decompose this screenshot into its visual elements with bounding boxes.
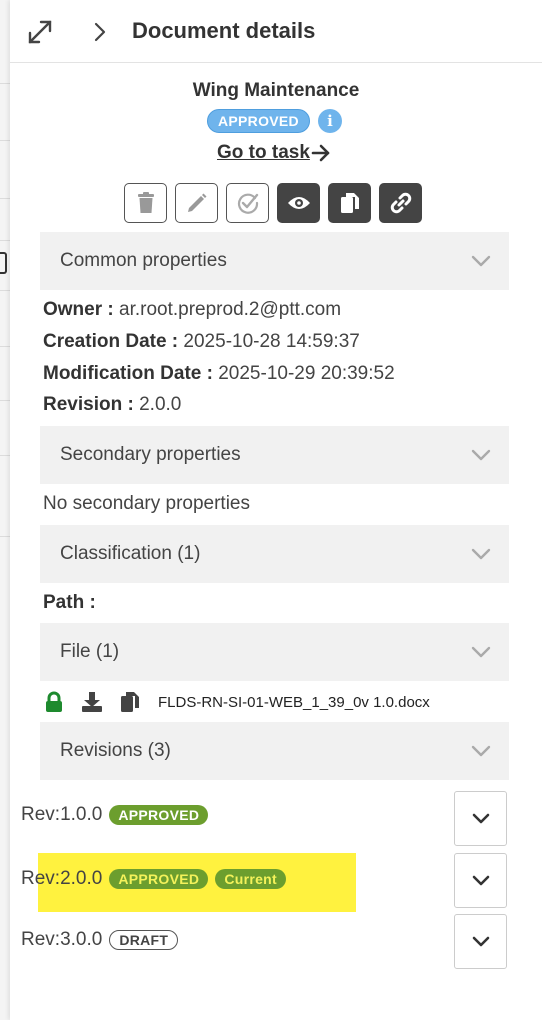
revision-label: Rev:1.0.0 (21, 804, 103, 825)
lock-icon[interactable] (42, 690, 66, 714)
chevron-down-icon (472, 813, 489, 823)
check-circle-icon (237, 193, 258, 214)
modification-date-label: Modification Date : (43, 363, 213, 384)
revision-label: Rev:3.0.0 (21, 929, 103, 950)
copy-icon[interactable] (118, 690, 142, 714)
sign-button[interactable] (226, 183, 269, 223)
status-badge: APPROVED (109, 869, 209, 889)
background-page-strip (0, 0, 10, 1020)
modification-date-value: 2025-10-29 20:39:52 (218, 363, 395, 384)
panel-header: Document details (10, 0, 542, 63)
owner-label: Owner : (43, 299, 114, 320)
section-classification[interactable]: Classification (1) (40, 525, 509, 583)
chevron-down-icon (471, 646, 491, 658)
calendar-icon-fragment (0, 252, 7, 274)
owner-value: ar.root.preprod.2@ptt.com (119, 299, 342, 320)
link-button[interactable] (379, 183, 422, 223)
arrow-right-icon (311, 144, 330, 162)
go-to-task-label: Go to task (217, 142, 310, 163)
eye-icon (287, 197, 310, 209)
section-label: Secondary properties (60, 444, 241, 465)
no-secondary-properties-text: No secondary properties (43, 493, 250, 514)
section-secondary-properties[interactable]: Secondary properties (40, 426, 509, 484)
file-name[interactable]: FLDS-RN-SI-01-WEB_1_39_0v 1.0.docx (158, 694, 430, 711)
document-name: Wing Maintenance (192, 80, 360, 101)
chevron-down-icon (471, 255, 491, 267)
current-badge: Current (215, 869, 286, 889)
creation-date-value: 2025-10-28 14:59:37 (183, 331, 360, 352)
owner-property: Owner : ar.root.preprod.2@ptt.com (43, 299, 341, 321)
revision-item-1: Rev:1.0.0 APPROVED (21, 804, 209, 826)
section-label: Revisions (3) (60, 740, 171, 761)
section-label: Common properties (60, 250, 227, 271)
edit-button[interactable] (175, 183, 218, 223)
delete-button[interactable] (124, 183, 167, 223)
document-toolbar (124, 183, 422, 223)
section-revisions[interactable]: Revisions (3) (40, 722, 509, 780)
download-icon[interactable] (80, 690, 104, 714)
file-row: FLDS-RN-SI-01-WEB_1_39_0v 1.0.docx (42, 688, 430, 716)
revision-3-expand-button[interactable] (454, 914, 507, 969)
revision-2-expand-button[interactable] (454, 853, 507, 908)
chevron-down-icon (472, 936, 489, 946)
document-status-row: APPROVED i (207, 109, 342, 133)
revision-label: Revision : (43, 394, 134, 415)
status-badge: APPROVED (109, 805, 209, 825)
creation-date-property: Creation Date : 2025-10-28 14:59:37 (43, 331, 360, 353)
revision-item-2: Rev:2.0.0 APPROVED Current (21, 868, 286, 890)
section-label: File (1) (60, 641, 120, 662)
revision-value: 2.0.0 (139, 394, 182, 415)
panel-title: Document details (132, 18, 316, 43)
revision-property: Revision : 2.0.0 (43, 394, 181, 416)
go-to-task-link[interactable]: Go to task (217, 142, 331, 164)
path-property: Path : (43, 592, 96, 614)
copy-button[interactable] (328, 183, 371, 223)
chevron-right-icon[interactable] (92, 21, 108, 43)
preview-button[interactable] (277, 183, 320, 223)
revision-item-3: Rev:3.0.0 DRAFT (21, 929, 179, 951)
expand-arrows-icon[interactable] (26, 18, 54, 46)
info-icon[interactable]: i (317, 109, 342, 133)
revision-label: Rev:2.0.0 (21, 868, 103, 889)
section-label: Classification (1) (60, 543, 201, 564)
trash-icon (137, 192, 154, 213)
status-badge: DRAFT (109, 930, 179, 950)
link-icon (390, 192, 411, 214)
chevron-down-icon (471, 745, 491, 757)
status-badge: APPROVED (207, 109, 310, 133)
modification-date-property: Modification Date : 2025-10-29 20:39:52 (43, 363, 395, 385)
chevron-down-icon (471, 548, 491, 560)
pencil-icon (187, 193, 206, 212)
creation-date-label: Creation Date : (43, 331, 179, 352)
document-details-panel: Document details Wing Maintenance APPROV… (10, 0, 542, 1020)
chevron-down-icon (471, 449, 491, 461)
chevron-down-icon (472, 875, 489, 885)
section-file[interactable]: File (1) (40, 623, 509, 681)
section-common-properties[interactable]: Common properties (40, 232, 509, 290)
copy-icon (340, 193, 359, 213)
revision-1-expand-button[interactable] (454, 791, 507, 846)
path-label: Path : (43, 592, 96, 613)
